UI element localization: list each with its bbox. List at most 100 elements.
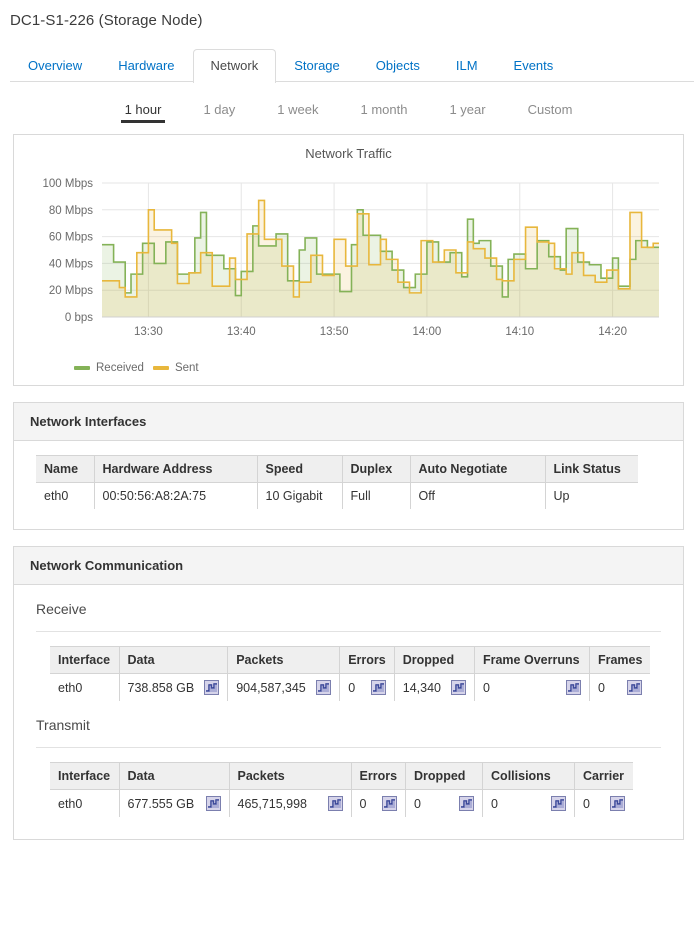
chart-icon[interactable] [204,680,219,695]
time-range-1-month[interactable]: 1 month [339,99,428,123]
network-traffic-panel: Network Traffic 0 bps20 Mbps40 Mbps60 Mb… [13,134,684,386]
time-range-1-day[interactable]: 1 day [182,99,256,123]
cell-content: 0 [491,796,566,811]
column-header: Collisions [483,763,575,790]
tab-storage[interactable]: Storage [276,49,358,82]
cell-speed: 10 Gigabit [257,483,342,510]
chart-icon[interactable] [316,680,331,695]
column-header: Data [119,763,229,790]
time-range-1-hour[interactable]: 1 hour [104,99,183,123]
transmit-table-wrap: InterfaceDataPacketsErrorsDroppedCollisi… [36,748,661,817]
cell-value: 677.555 GB [128,797,195,811]
cell-auto-negotiate: Off [410,483,545,510]
time-range-1-year[interactable]: 1 year [428,99,506,123]
y-axis-tick-label: 60 Mbps [49,232,93,244]
chart-icon[interactable] [551,796,566,811]
time-range-custom[interactable]: Custom [507,99,594,123]
legend-label: Sent [175,362,199,374]
column-header: Duplex [342,456,410,483]
transmit-table: InterfaceDataPacketsErrorsDroppedCollisi… [50,762,633,817]
tab-overview[interactable]: Overview [10,49,100,82]
column-header: Interface [50,647,119,674]
cell-link-status: Up [545,483,638,510]
cell-carrier: 0 [575,790,633,818]
column-header: Name [36,456,94,483]
chart-icon[interactable] [627,680,642,695]
tab-ilm[interactable]: ILM [438,49,496,82]
chart-icon[interactable] [566,680,581,695]
x-axis-tick-label: 13:40 [227,326,256,338]
legend-swatch-sent-icon [153,366,169,370]
column-header: Packets [228,647,340,674]
receive-section: Receive InterfaceDataPacketsErrorsDroppe… [14,585,683,701]
chart-legend: Received Sent [14,359,683,385]
x-axis-tick-label: 13:50 [320,326,349,338]
column-header: Dropped [406,763,483,790]
cell-frame-overruns: 0 [474,674,589,702]
tab-network[interactable]: Network [193,49,277,83]
cell-content: 0 [583,796,625,811]
cell-duplex: Full [342,483,410,510]
time-range-1-week[interactable]: 1 week [256,99,339,123]
page-title: DC1-S1-226 (Storage Node) [0,0,697,29]
legend-item-sent[interactable]: Sent [153,362,199,374]
chart-icon[interactable] [328,796,343,811]
transmit-section: Transmit InterfaceDataPacketsErrorsDropp… [14,701,683,817]
receive-title: Receive [36,601,661,617]
x-axis-tick-label: 14:00 [413,326,442,338]
cell-value: 0 [348,681,355,695]
column-header: Link Status [545,456,638,483]
table-row: eth0 738.858 GB 904,587,345 0 14,340 0 0 [50,674,650,702]
chart-svg: 0 bps20 Mbps40 Mbps60 Mbps80 Mbps100 Mbp… [14,167,697,359]
network-communication-panel: Network Communication Receive InterfaceD… [13,546,684,840]
cell-content: 0 [483,680,581,695]
network-communication-body: Receive InterfaceDataPacketsErrorsDroppe… [14,585,683,839]
column-header: Frames [589,647,650,674]
column-header: Dropped [394,647,474,674]
panel-bottom-spacer [14,817,683,839]
cell-content: 0 [414,796,474,811]
chart-icon[interactable] [610,796,625,811]
cell-errors: 0 [351,790,406,818]
cell-content: 0 [360,796,398,811]
tab-events[interactable]: Events [496,49,572,82]
chart-title: Network Traffic [14,135,683,167]
cell-packets: 904,587,345 [228,674,340,702]
column-header: Auto Negotiate [410,456,545,483]
chart-icon[interactable] [206,796,221,811]
cell-value: 465,715,998 [238,797,308,811]
legend-item-received[interactable]: Received [74,362,144,374]
cell-value: 0 [491,797,498,811]
tab-objects[interactable]: Objects [358,49,438,82]
column-header: Carrier [575,763,633,790]
column-header: Interface [50,763,119,790]
chart-icon[interactable] [451,680,466,695]
cell-dropped: 14,340 [394,674,474,702]
column-header: Data [119,647,228,674]
cell-value: 14,340 [403,681,441,695]
cell-value: 738.858 GB [128,681,195,695]
cell-value: 0 [598,681,605,695]
network-interfaces-title: Network Interfaces [14,403,683,441]
chart-icon[interactable] [459,796,474,811]
cell-value: 0 [583,797,590,811]
cell-content: 14,340 [403,680,466,695]
y-axis-tick-label: 20 Mbps [49,285,93,297]
cell-content: 465,715,998 [238,796,343,811]
network-traffic-chart: 0 bps20 Mbps40 Mbps60 Mbps80 Mbps100 Mbp… [14,167,669,359]
cell-data: 677.555 GB [119,790,229,818]
tab-hardware[interactable]: Hardware [100,49,192,82]
receive-table: InterfaceDataPacketsErrorsDroppedFrame O… [50,646,650,701]
column-header: Hardware Address [94,456,257,483]
chart-icon[interactable] [382,796,397,811]
cell-interface: eth0 [50,674,119,702]
x-axis-tick-label: 14:10 [505,326,534,338]
table-header-row: InterfaceDataPacketsErrorsDroppedCollisi… [50,763,633,790]
cell-content: 0 [348,680,386,695]
network-interfaces-panel: Network Interfaces NameHardware AddressS… [13,402,684,530]
cell-data: 738.858 GB [119,674,228,702]
column-header: Frame Overruns [474,647,589,674]
column-header: Packets [229,763,351,790]
tab-list: OverviewHardwareNetworkStorageObjectsILM… [10,46,697,82]
chart-icon[interactable] [371,680,386,695]
